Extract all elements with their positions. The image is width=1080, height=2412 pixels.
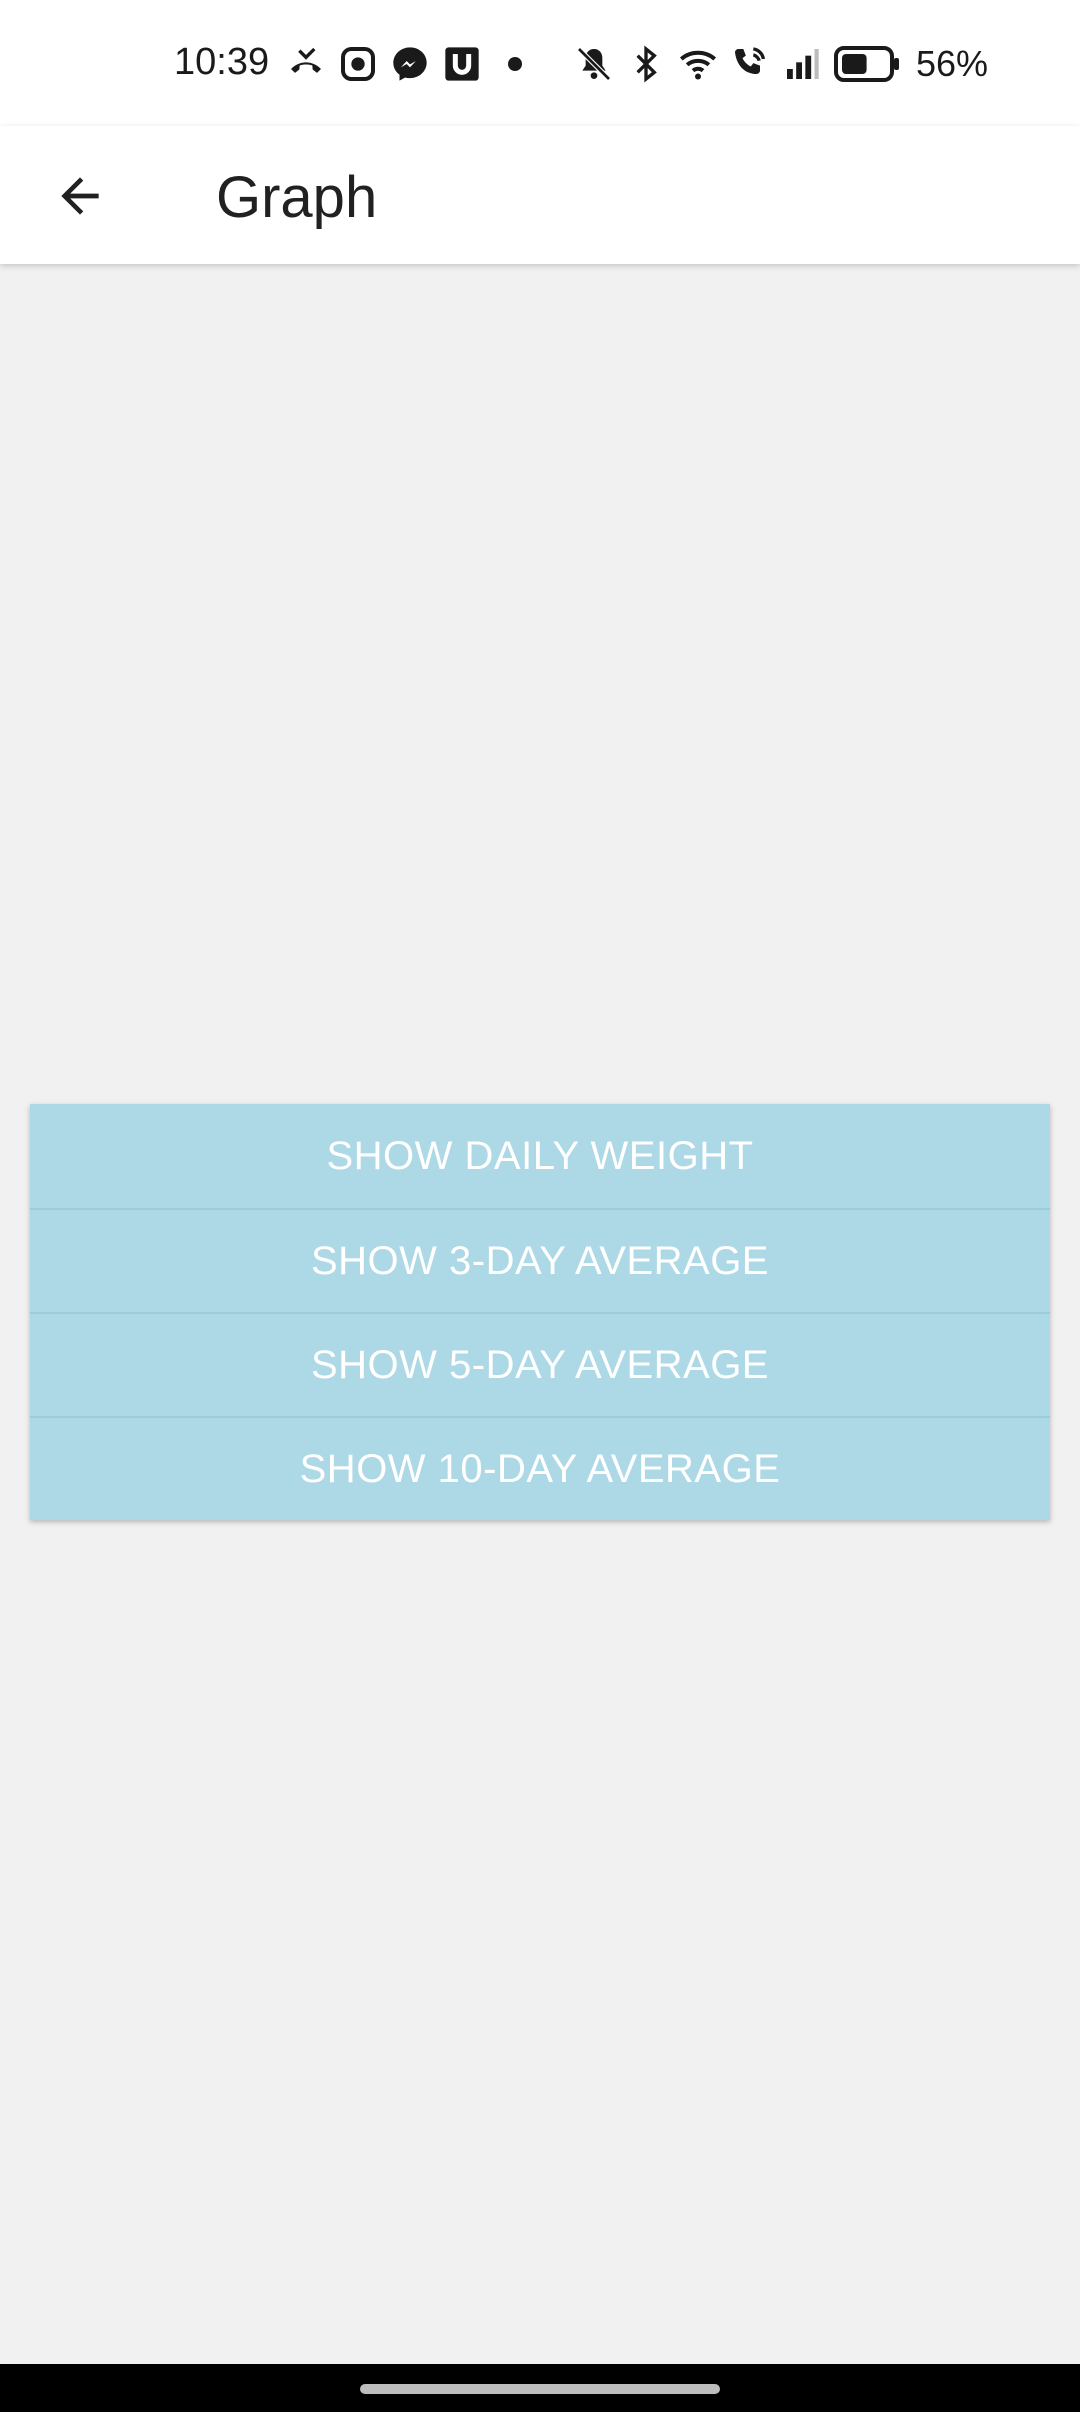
battery-percentage: 56%: [915, 43, 988, 84]
arrow-back-icon: [61, 177, 99, 215]
status-left-icons: [286, 42, 522, 86]
missed-call-icon: [286, 44, 326, 84]
home-indicator[interactable]: [360, 2384, 720, 2394]
u-app-icon: [442, 44, 482, 84]
graph-options-group: SHOW DAILY WEIGHT SHOW 3-DAY AVERAGE SHO…: [30, 1104, 1050, 1520]
back-button[interactable]: [40, 156, 120, 236]
navigation-bar: [0, 2364, 1080, 2412]
page-title: Graph: [216, 165, 378, 230]
status-bar: 10:39 56%: [0, 0, 1080, 126]
app-bar: Graph: [0, 126, 1080, 264]
battery-icon: [833, 44, 900, 84]
wifi-calling-icon: [730, 44, 770, 84]
status-right-icons: 56%: [574, 40, 988, 88]
show-3-day-average-button[interactable]: SHOW 3-DAY AVERAGE: [30, 1208, 1050, 1312]
signal-icon: [782, 44, 822, 84]
bluetooth-icon: [626, 44, 666, 84]
show-daily-weight-button[interactable]: SHOW DAILY WEIGHT: [30, 1104, 1050, 1208]
graph-content-area: SHOW DAILY WEIGHT SHOW 3-DAY AVERAGE SHO…: [0, 264, 1080, 2364]
mute-icon: [574, 44, 614, 84]
show-5-day-average-button[interactable]: SHOW 5-DAY AVERAGE: [30, 1312, 1050, 1416]
status-time: 10:39: [174, 41, 270, 83]
messenger-bubble-icon: [338, 44, 378, 84]
notification-dot-icon: [508, 57, 522, 71]
messenger-icon: [390, 44, 430, 84]
wifi-icon: [678, 44, 718, 84]
show-10-day-average-button[interactable]: SHOW 10-DAY AVERAGE: [30, 1416, 1050, 1520]
